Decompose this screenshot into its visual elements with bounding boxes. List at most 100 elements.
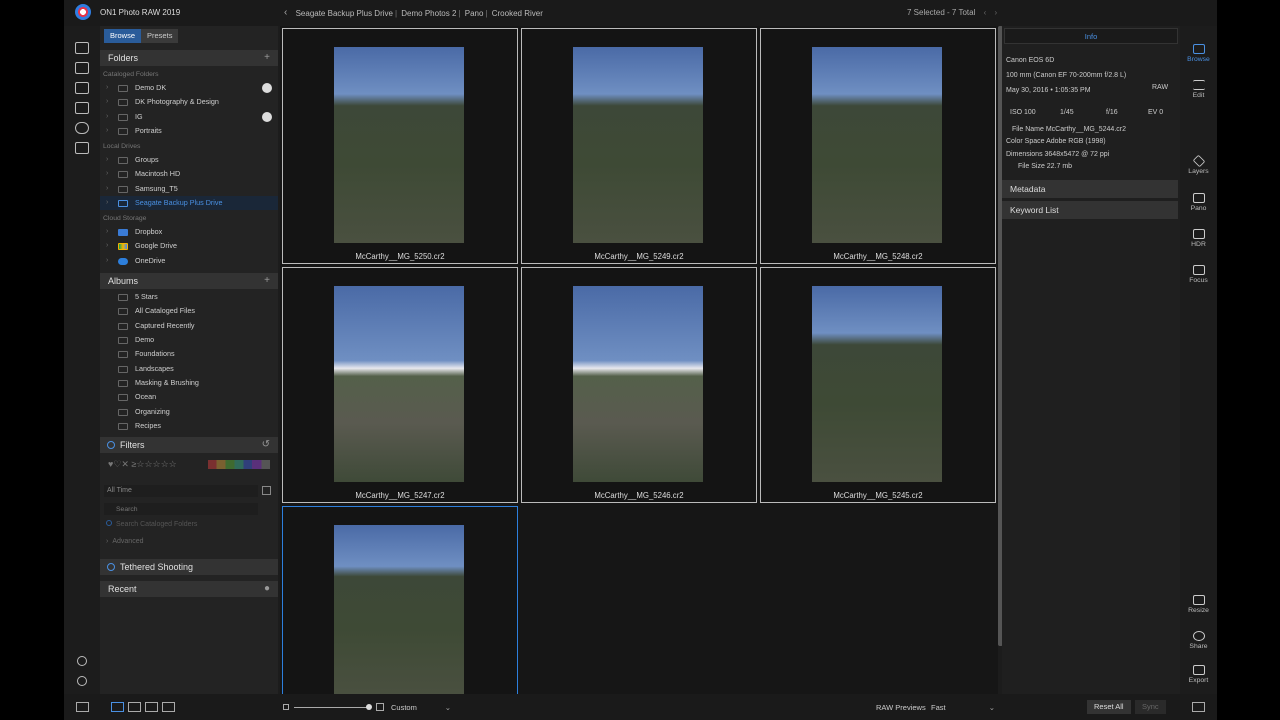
breadcrumb: ‹ Seagate Backup Plus Drive | Demo Photos…	[284, 7, 543, 18]
search-input[interactable]	[104, 503, 258, 515]
album-item[interactable]: All Cataloged Files	[100, 304, 278, 318]
album-item[interactable]: Foundations	[100, 347, 278, 361]
breadcrumb-item[interactable]: Seagate Backup Plus Drive	[296, 9, 393, 18]
album-item[interactable]: Masking & Brushing	[100, 376, 278, 390]
next-arrow-icon[interactable]: ›	[994, 8, 997, 17]
drive-icon[interactable]	[75, 102, 89, 114]
photo-thumbnail-selected[interactable]	[282, 506, 518, 697]
cloud-item[interactable]: › OneDrive	[100, 254, 278, 268]
filters-header[interactable]: Filters ↺	[100, 437, 278, 453]
folder-item[interactable]: › Demo DK	[100, 81, 278, 95]
cloud-item[interactable]: › Dropbox	[100, 225, 278, 239]
folder-icon[interactable]	[75, 82, 89, 94]
album-item[interactable]: Landscapes	[100, 362, 278, 376]
photo-thumbnail[interactable]: McCarthy__MG_5249.cr2	[521, 28, 757, 264]
layers-module[interactable]: Layers	[1180, 154, 1217, 175]
album-item[interactable]: Recipes	[100, 419, 278, 433]
album-item[interactable]: Organizing	[100, 405, 278, 419]
folders-header[interactable]: Folders +	[100, 50, 278, 66]
large-thumb-icon[interactable]	[376, 703, 384, 711]
user-icon[interactable]	[77, 656, 87, 666]
photo-thumbnail[interactable]: McCarthy__MG_5247.cr2	[282, 267, 518, 503]
help-icon[interactable]	[77, 676, 87, 686]
photo-thumbnail[interactable]: McCarthy__MG_5250.cr2	[282, 28, 518, 264]
drive-item-selected[interactable]: › Seagate Backup Plus Drive	[100, 196, 278, 210]
recent-options-icon[interactable]: ●	[264, 581, 270, 597]
google-drive-icon	[118, 243, 128, 250]
aperture-value: f/16	[1106, 109, 1118, 116]
photo-filename: McCarthy__MG_5245.cr2	[833, 491, 923, 500]
advanced-toggle[interactable]: › Advanced	[106, 538, 143, 545]
edit-module[interactable]: Edit	[1180, 80, 1217, 99]
breadcrumb-item[interactable]: Crooked River	[492, 9, 543, 18]
hdr-module[interactable]: HDR	[1180, 229, 1217, 248]
sync-button[interactable]: Sync	[1135, 700, 1166, 714]
tethered-shooting-header[interactable]: Tethered Shooting	[100, 559, 278, 575]
monitor-icon[interactable]	[75, 42, 89, 54]
recent-header[interactable]: Recent ●	[100, 581, 278, 597]
camera-icon[interactable]	[75, 62, 89, 74]
folder-item[interactable]: › DK Photography & Design	[100, 95, 278, 109]
album-item[interactable]: 5 Stars	[100, 290, 278, 304]
toggle-panel-icon[interactable]	[76, 702, 89, 712]
album-item[interactable]: Ocean	[100, 390, 278, 404]
albums-icon[interactable]	[75, 142, 89, 154]
rating-filter[interactable]: ♥♡✕ ≥☆☆☆☆☆	[108, 459, 177, 470]
tether-toggle-icon[interactable]	[107, 563, 115, 571]
detail-view-icon[interactable]	[128, 702, 141, 712]
cloud-storage-label: Cloud Storage	[103, 215, 147, 222]
thumbnail-size-slider[interactable]	[294, 707, 368, 708]
focus-module[interactable]: Focus	[1180, 265, 1217, 284]
export-module[interactable]: Export	[1180, 665, 1217, 684]
photo-preview	[812, 286, 942, 482]
toggle-right-panel-icon[interactable]	[1192, 702, 1205, 712]
breadcrumb-item[interactable]: Demo Photos 2	[401, 9, 456, 18]
album-item[interactable]: Captured Recently	[100, 319, 278, 333]
cloud-item[interactable]: › Google Drive	[100, 239, 278, 253]
calendar-icon[interactable]	[262, 486, 271, 495]
album-item[interactable]: Demo	[100, 333, 278, 347]
filter-toggle-icon[interactable]	[107, 441, 115, 449]
resize-module[interactable]: Resize	[1180, 595, 1217, 614]
folder-item[interactable]: › IG	[100, 110, 278, 124]
ev-value: EV 0	[1148, 109, 1164, 116]
tab-presets[interactable]: Presets	[141, 29, 179, 43]
tab-browse[interactable]: Browse	[104, 29, 142, 43]
slider-handle[interactable]	[366, 704, 372, 710]
photo-thumbnail[interactable]: McCarthy__MG_5246.cr2	[521, 267, 757, 503]
grid-view-icon[interactable]	[111, 702, 124, 712]
tab-info[interactable]: Info	[1004, 28, 1178, 44]
date-filter[interactable]: All Time	[104, 485, 258, 497]
share-module[interactable]: Share	[1180, 631, 1217, 650]
photo-preview	[812, 47, 942, 243]
drive-item[interactable]: › Macintosh HD	[100, 167, 278, 181]
pano-module[interactable]: Pano	[1180, 193, 1217, 212]
albums-header[interactable]: Albums +	[100, 273, 278, 289]
folder-item[interactable]: › Portraits	[100, 124, 278, 138]
photo-thumbnail[interactable]: McCarthy__MG_5245.cr2	[760, 267, 996, 503]
raw-previews-select[interactable]: Fast ⌄	[931, 703, 995, 712]
reset-all-button[interactable]: Reset All	[1087, 700, 1131, 714]
add-album-icon[interactable]: +	[264, 273, 270, 289]
drive-item[interactable]: › Samsung_T5	[100, 182, 278, 196]
drive-item[interactable]: › Groups	[100, 153, 278, 167]
panel-tabs: Browse Presets	[104, 29, 179, 43]
reset-filters-icon[interactable]: ↺	[262, 437, 270, 453]
color-label-filter[interactable]	[208, 460, 270, 469]
photo-thumbnail[interactable]: McCarthy__MG_5248.cr2	[760, 28, 996, 264]
search-cataloged-option[interactable]: Search Cataloged Folders	[106, 520, 197, 528]
compare-view-icon[interactable]	[162, 702, 175, 712]
cloud-icon[interactable]	[75, 122, 89, 134]
prev-arrow-icon[interactable]: ‹	[984, 8, 987, 17]
sort-select[interactable]: Custom ⌄	[391, 703, 451, 712]
left-icon-rail	[64, 26, 100, 694]
back-arrow-icon[interactable]: ‹	[284, 7, 287, 18]
keyword-list-header[interactable]: Keyword List	[1002, 201, 1178, 219]
browse-module[interactable]: Browse	[1180, 44, 1217, 63]
add-folder-icon[interactable]: +	[264, 50, 270, 66]
metadata-header[interactable]: Metadata	[1002, 180, 1178, 198]
small-thumb-icon[interactable]	[283, 704, 289, 710]
breadcrumb-item[interactable]: Pano	[465, 9, 484, 18]
left-panel: Browse Presets Folders + Cataloged Folde…	[100, 26, 278, 694]
filmstrip-view-icon[interactable]	[145, 702, 158, 712]
